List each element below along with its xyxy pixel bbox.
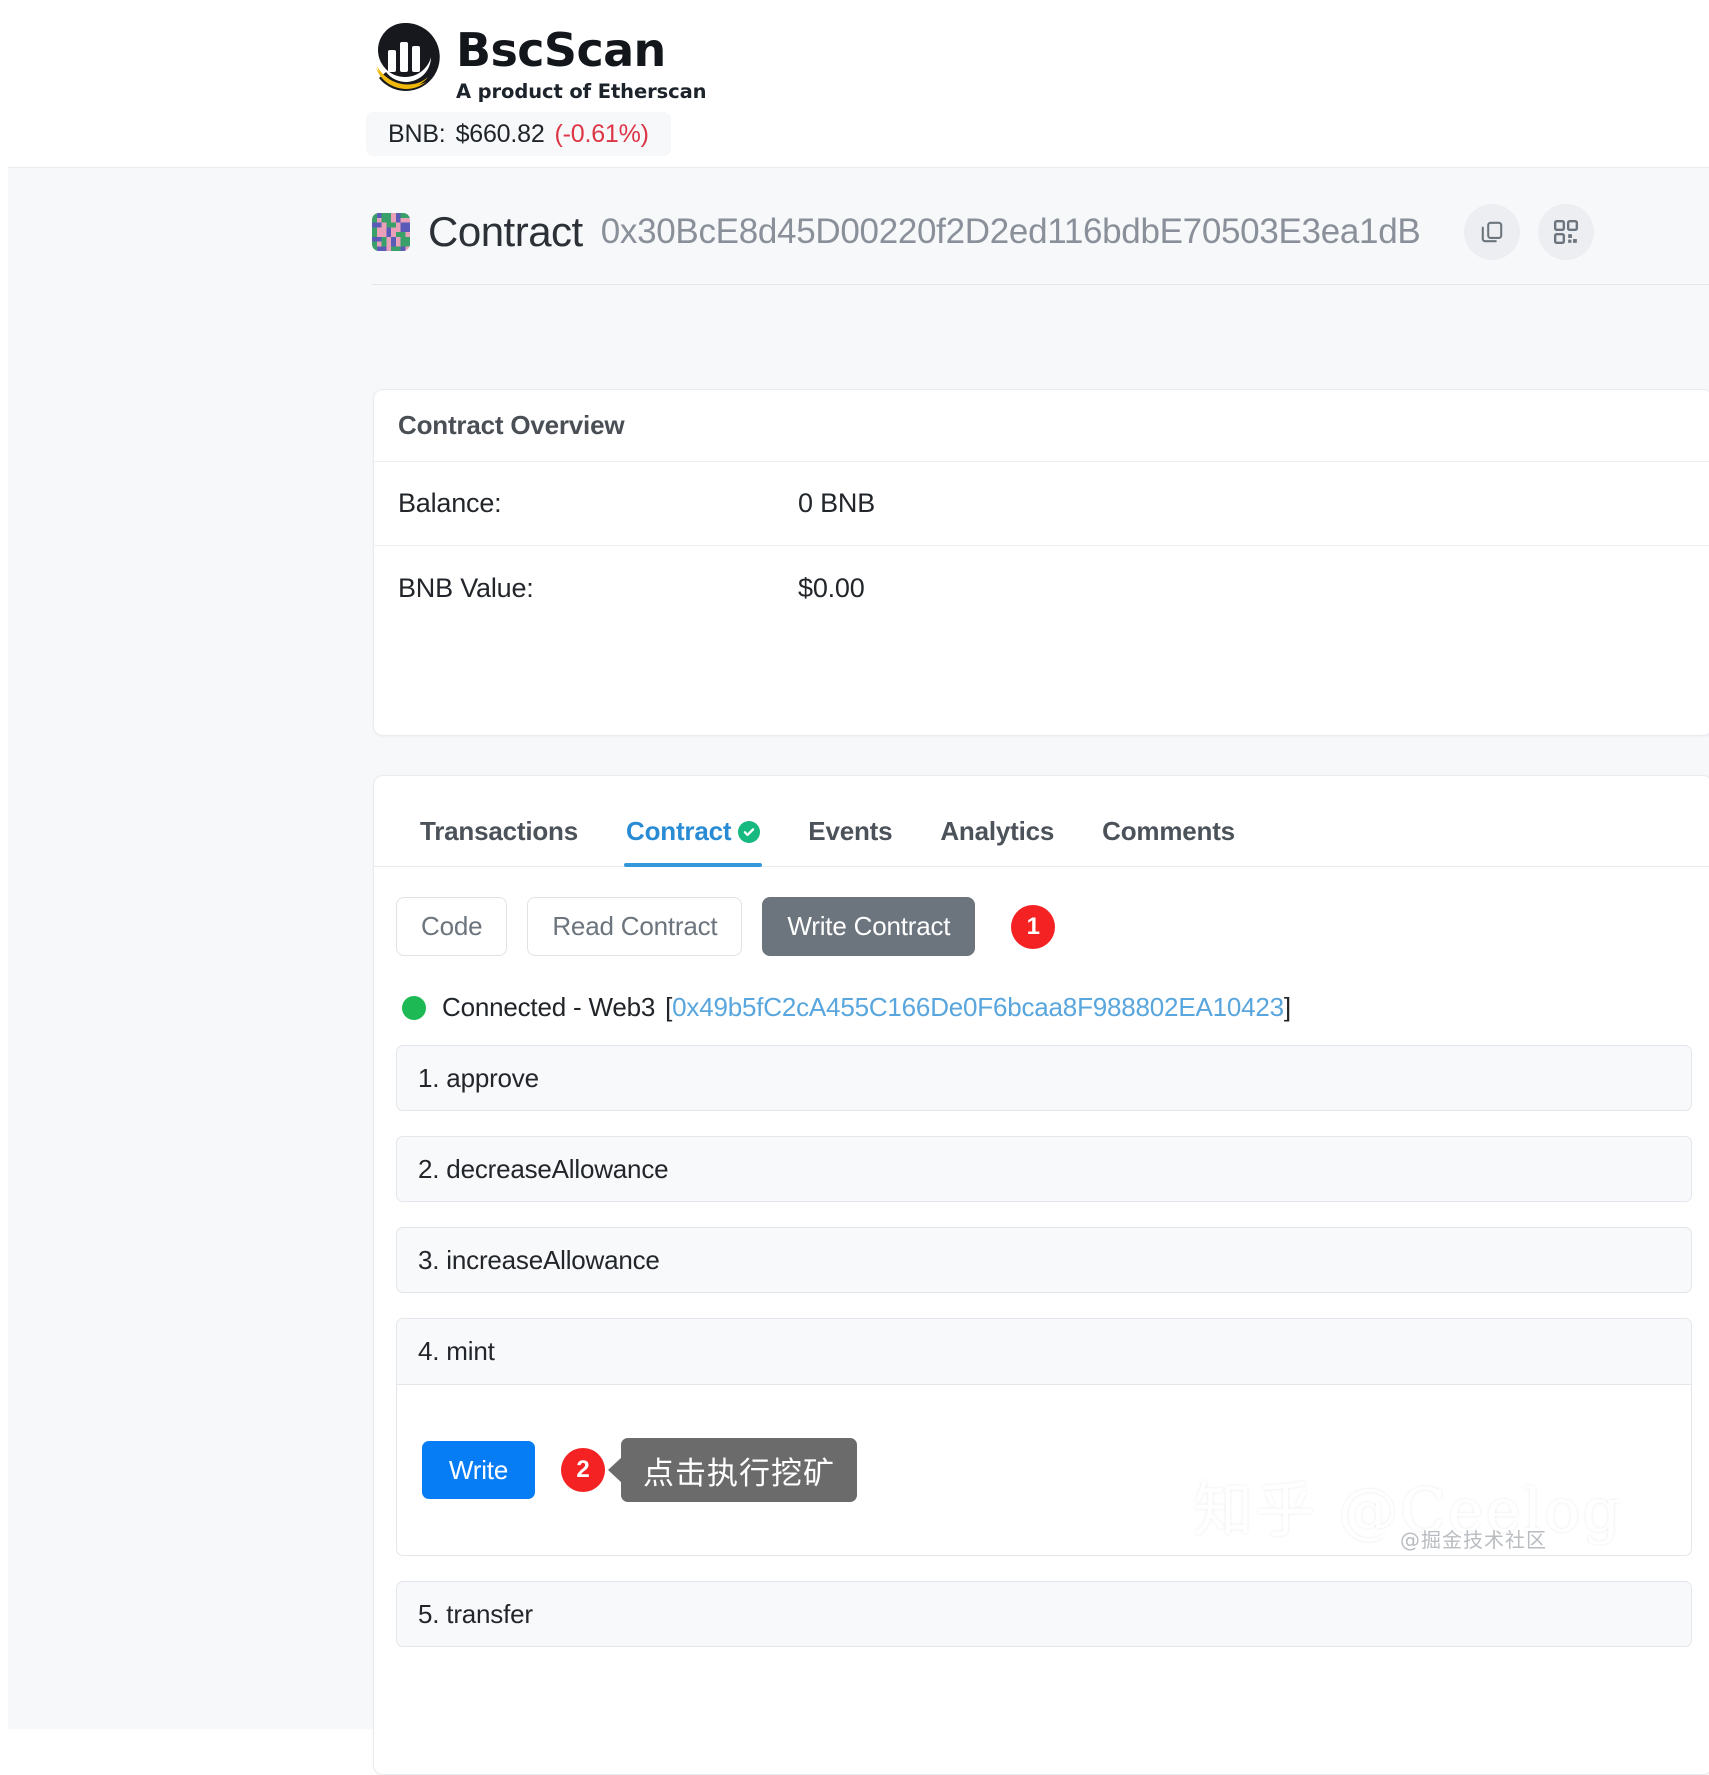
bracket-close: ] bbox=[1283, 992, 1291, 1022]
bnb-price-value: $660.82 bbox=[455, 119, 545, 148]
qr-code-icon bbox=[1553, 219, 1579, 245]
left-edge-mask bbox=[0, 0, 8, 1729]
read-contract-button[interactable]: Read Contract bbox=[527, 897, 743, 956]
code-button-label: Code bbox=[421, 911, 483, 941]
tab-bar: Transactions Contract Events Analytics C… bbox=[374, 776, 1709, 867]
tab-contract[interactable]: Contract bbox=[602, 816, 784, 867]
write-callout: 2 点击执行挖矿 bbox=[547, 1438, 857, 1502]
header-divider bbox=[372, 284, 1709, 285]
page-body: Contract 0x30BcE8d45D00220f2D2ed116bdbE7… bbox=[0, 168, 1709, 1775]
write-function-list: 1. approve 2. decreaseAllowance 3. incre… bbox=[374, 1023, 1709, 1647]
brand-text: BscScan A product of Etherscan bbox=[456, 20, 707, 103]
contract-overview-title: Contract Overview bbox=[374, 390, 1709, 462]
step-badge-2: 2 bbox=[561, 1448, 605, 1492]
write-tooltip-text: 点击执行挖矿 bbox=[643, 1455, 835, 1492]
tab-analytics[interactable]: Analytics bbox=[916, 816, 1078, 866]
step-badge-1: 1 bbox=[1011, 904, 1056, 949]
function-item-transfer[interactable]: 5. transfer bbox=[396, 1581, 1692, 1647]
balance-label: Balance: bbox=[398, 488, 502, 518]
brand-tagline: A product of Etherscan bbox=[456, 80, 707, 103]
contract-overview-card: Contract Overview Balance: 0 BNB BNB Val… bbox=[373, 389, 1709, 736]
connection-status-text: Connected - Web3 bbox=[442, 992, 656, 1022]
brand-logo-area[interactable]: BscScan A product of Etherscan bbox=[368, 20, 707, 103]
site-header: BscScan A product of Etherscan BNB: $660… bbox=[0, 0, 1709, 168]
write-contract-button[interactable]: Write Contract bbox=[762, 897, 976, 956]
function-label: 3. increaseAllowance bbox=[418, 1244, 660, 1275]
function-label: 4. mint bbox=[418, 1336, 495, 1366]
contract-header: Contract 0x30BcE8d45D00220f2D2ed116bdbE7… bbox=[372, 204, 1595, 260]
tab-comments[interactable]: Comments bbox=[1078, 816, 1259, 866]
tab-events[interactable]: Events bbox=[784, 816, 916, 866]
bnb-price-change: (-0.61%) bbox=[554, 119, 649, 148]
connected-wallet-address[interactable]: 0x49b5fC2cA455C166De0F6bcaa8F988802EA104… bbox=[672, 992, 1284, 1023]
function-item-decreaseallowance[interactable]: 2. decreaseAllowance bbox=[396, 1136, 1692, 1202]
copy-address-button[interactable] bbox=[1464, 204, 1521, 260]
write-contract-button-label: Write Contract bbox=[787, 911, 951, 941]
bnb-price-pill[interactable]: BNB: $660.82 (-0.61%) bbox=[366, 112, 671, 156]
bnb-price-label: BNB: bbox=[388, 119, 446, 148]
function-label: 5. transfer bbox=[418, 1598, 533, 1629]
tab-transactions-label: Transactions bbox=[420, 816, 578, 846]
function-mint-header[interactable]: 4. mint bbox=[397, 1319, 1691, 1385]
bnb-value-label: BNB Value: bbox=[398, 572, 534, 603]
tab-contract-label: Contract bbox=[626, 816, 732, 846]
verified-check-icon bbox=[738, 821, 761, 843]
bracket-open: [ bbox=[665, 992, 673, 1022]
function-label: 2. decreaseAllowance bbox=[418, 1153, 669, 1184]
write-submit-label: Write bbox=[448, 1454, 509, 1485]
overview-row-bnb-value: BNB Value: $0.00 bbox=[374, 546, 1709, 630]
read-contract-button-label: Read Contract bbox=[552, 911, 718, 941]
web3-connection-status: Connected - Web3 [ 0x49b5fC2cA455C166De0… bbox=[374, 956, 1709, 1023]
function-mint-body: Write 2 点击执行挖矿 bbox=[397, 1385, 1691, 1555]
contract-tabs-card: Transactions Contract Events Analytics C… bbox=[373, 775, 1709, 1775]
write-tooltip: 点击执行挖矿 bbox=[621, 1438, 857, 1502]
copy-icon bbox=[1479, 219, 1505, 245]
overview-row-balance: Balance: 0 BNB bbox=[374, 462, 1709, 546]
contract-identicon-icon bbox=[372, 213, 410, 251]
tab-transactions[interactable]: Transactions bbox=[396, 816, 602, 866]
function-label: 1. approve bbox=[418, 1062, 539, 1093]
contract-subtab-row: Code Read Contract Write Contract 1 bbox=[374, 867, 1709, 956]
contract-address: 0x30BcE8d45D00220f2D2ed116bdbE70503E3ea1… bbox=[600, 212, 1421, 251]
function-item-approve[interactable]: 1. approve bbox=[396, 1045, 1692, 1111]
write-submit-button[interactable]: Write bbox=[422, 1441, 535, 1499]
qr-code-button[interactable] bbox=[1538, 204, 1595, 260]
page-title: Contract bbox=[428, 208, 583, 255]
code-button[interactable]: Code bbox=[396, 897, 508, 956]
brand-name: BscScan bbox=[456, 23, 666, 77]
bnb-value-value: $0.00 bbox=[798, 572, 865, 603]
status-dot-icon bbox=[402, 995, 426, 1020]
balance-value: 0 BNB bbox=[798, 488, 876, 518]
tab-comments-label: Comments bbox=[1102, 816, 1235, 846]
tab-analytics-label: Analytics bbox=[940, 816, 1055, 846]
bscscan-logo-icon bbox=[368, 20, 442, 94]
function-item-mint: 4. mint Write 2 点击执行挖矿 bbox=[396, 1318, 1692, 1556]
function-item-increaseallowance[interactable]: 3. increaseAllowance bbox=[396, 1227, 1692, 1293]
tab-events-label: Events bbox=[808, 816, 893, 846]
